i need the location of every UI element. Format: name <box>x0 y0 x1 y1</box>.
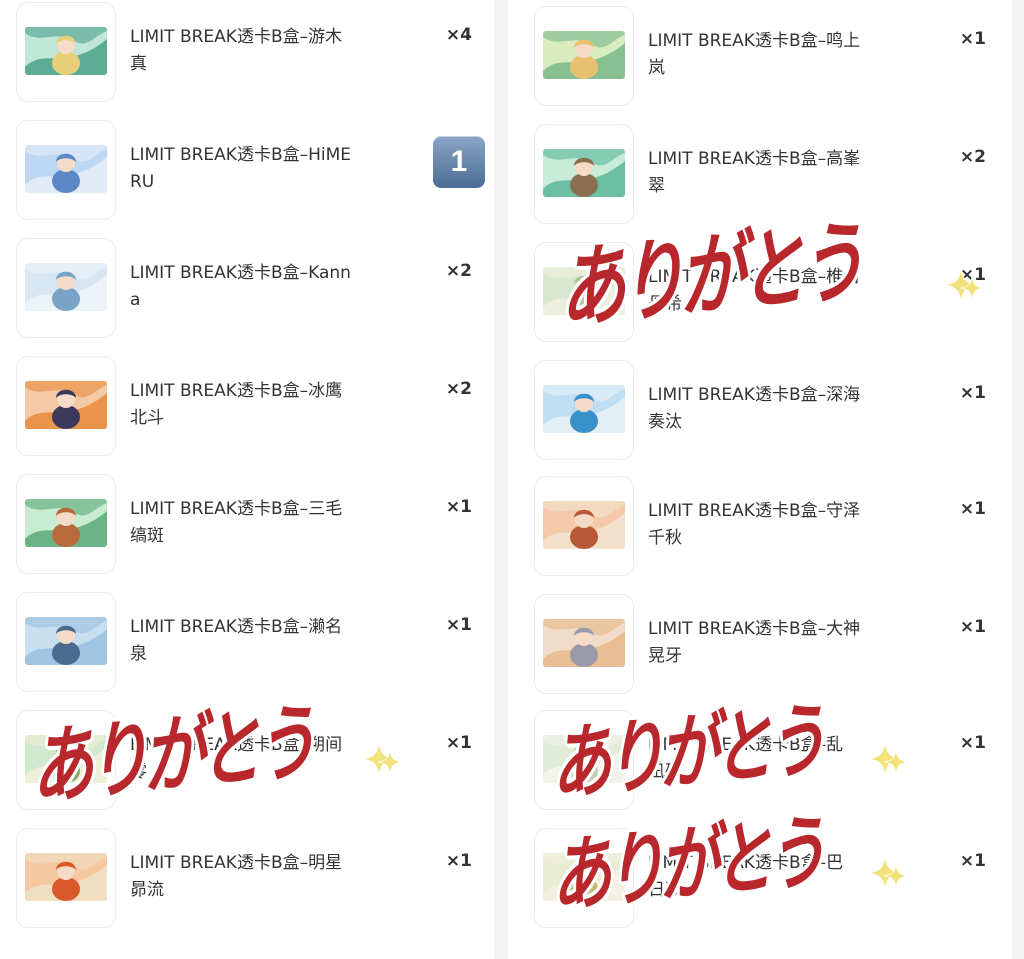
item-title: LIMIT BREAK透卡B盒–深海 奏汰 <box>648 385 861 432</box>
card-art-image <box>25 263 107 311</box>
list-item[interactable]: LIMIT BREAK透卡B盒–HiME RU <box>0 120 494 232</box>
card-thumbnail[interactable] <box>534 360 634 460</box>
item-title: LIMIT BREAK透卡B盒–Kann a <box>130 263 351 310</box>
list-item[interactable]: LIMIT BREAK透卡B盒–巴 日和 ×1 <box>508 828 1012 940</box>
item-title: LIMIT BREAK透卡B盒–濑名 泉 <box>130 617 343 664</box>
list-item[interactable]: LIMIT BREAK透卡B盒–濑名 泉 ×1 <box>0 592 494 704</box>
item-quantity: ×2 <box>959 147 986 167</box>
card-thumbnail[interactable] <box>534 594 634 694</box>
item-quantity: ×1 <box>959 383 986 403</box>
item-quantity: ×1 <box>959 733 986 753</box>
item-title: LIMIT BREAK透卡B盒–守泽 千秋 <box>648 501 861 548</box>
item-quantity: ×2 <box>445 379 472 399</box>
list-item[interactable]: LIMIT BREAK透卡B盒–Kann a ×2 <box>0 238 494 350</box>
card-art-image <box>543 149 625 197</box>
item-title: LIMIT BREAK透卡B盒–三毛 缟斑 <box>130 499 343 546</box>
item-quantity: ×4 <box>445 25 472 45</box>
card-art-image <box>25 145 107 193</box>
item-title: LIMIT BREAK透卡B盒–朔间 零 <box>130 735 343 782</box>
card-thumbnail[interactable] <box>16 474 116 574</box>
item-title: LIMIT BREAK透卡B盒–鸣上 岚 <box>648 31 861 78</box>
list-item[interactable]: LIMIT BREAK透卡B盒–明星 昴流 ×1 <box>0 828 494 940</box>
item-title: LIMIT BREAK透卡B盒–明星 昴流 <box>130 853 343 900</box>
item-quantity: ×2 <box>445 261 472 281</box>
sparkle-icon <box>960 276 984 300</box>
card-art-image <box>543 31 625 79</box>
item-quantity: ×1 <box>959 851 986 871</box>
card-thumbnail[interactable] <box>534 6 634 106</box>
card-art-image <box>25 853 107 901</box>
item-title: LIMIT BREAK透卡B盒–游木 真 <box>130 27 343 74</box>
card-thumbnail[interactable] <box>534 828 634 928</box>
list-item[interactable]: LIMIT BREAK透卡B盒–乱 凪砂 ×1 <box>508 710 1012 822</box>
list-item[interactable]: LIMIT BREAK透卡B盒–大神 晃牙 ×1 <box>508 594 1012 706</box>
card-thumbnail[interactable] <box>534 476 634 576</box>
card-art-image <box>543 385 625 433</box>
card-thumbnail[interactable] <box>16 238 116 338</box>
number-one-badge-icon: 1 <box>433 136 485 188</box>
item-title: LIMIT BREAK透卡B盒–大神 晃牙 <box>648 619 861 666</box>
card-art-image <box>25 381 107 429</box>
item-quantity: ×1 <box>445 497 472 517</box>
item-quantity: ×1 <box>445 851 472 871</box>
card-art-image <box>25 499 107 547</box>
list-item[interactable]: LIMIT BREAK透卡B盒–游木 真 ×4 <box>0 2 494 114</box>
item-title: LIMIT BREAK透卡B盒–椎名 丹希 <box>648 267 861 314</box>
item-quantity: ×1 <box>445 615 472 635</box>
card-thumbnail[interactable] <box>16 592 116 692</box>
item-title: LIMIT BREAK透卡B盒–高峯 翠 <box>648 149 861 196</box>
card-thumbnail[interactable] <box>534 242 634 342</box>
card-art-image <box>543 501 625 549</box>
sparkle-icon <box>378 750 402 774</box>
card-art-image <box>543 853 625 901</box>
item-title: LIMIT BREAK透卡B盒–HiME RU <box>130 145 352 192</box>
card-thumbnail[interactable] <box>16 2 116 102</box>
item-quantity: ×1 <box>445 733 472 753</box>
list-item[interactable]: LIMIT BREAK透卡B盒–守泽 千秋 ×1 <box>508 476 1012 588</box>
card-art-image <box>25 617 107 665</box>
card-art-image <box>543 735 625 783</box>
item-quantity: ×1 <box>959 29 986 49</box>
card-thumbnail[interactable] <box>534 124 634 224</box>
card-thumbnail[interactable] <box>16 828 116 928</box>
list-item[interactable]: LIMIT BREAK透卡B盒–鸣上 岚 ×1 <box>508 6 1012 118</box>
list-item[interactable]: LIMIT BREAK透卡B盒–高峯 翠 ×2 <box>508 124 1012 236</box>
card-thumbnail[interactable] <box>16 356 116 456</box>
list-item[interactable]: LIMIT BREAK透卡B盒–椎名 丹希 ×1 <box>508 242 1012 354</box>
order-list-right: LIMIT BREAK透卡B盒–鸣上 岚 ×1 LIMIT BREAK透卡B盒–… <box>508 0 1012 959</box>
card-thumbnail[interactable] <box>16 710 116 810</box>
list-item[interactable]: LIMIT BREAK透卡B盒–深海 奏汰 ×1 <box>508 360 1012 472</box>
list-item[interactable]: LIMIT BREAK透卡B盒–冰鹰 北斗 ×2 <box>0 356 494 468</box>
card-thumbnail[interactable] <box>16 120 116 220</box>
card-art-image <box>25 735 107 783</box>
order-list-left: LIMIT BREAK透卡B盒–游木 真 ×4 LIMIT BREAK透卡B盒–… <box>0 0 494 959</box>
list-item[interactable]: LIMIT BREAK透卡B盒–三毛 缟斑 ×1 <box>0 474 494 586</box>
card-art-image <box>25 27 107 75</box>
item-quantity: ×1 <box>959 499 986 519</box>
card-art-image <box>543 267 625 315</box>
sparkle-icon <box>884 864 908 888</box>
sparkle-icon <box>884 750 908 774</box>
item-quantity: ×1 <box>959 617 986 637</box>
card-thumbnail[interactable] <box>534 710 634 810</box>
card-art-image <box>543 619 625 667</box>
item-title: LIMIT BREAK透卡B盒–冰鹰 北斗 <box>130 381 343 428</box>
list-item[interactable]: LIMIT BREAK透卡B盒–朔间 零 ×1 <box>0 710 494 822</box>
